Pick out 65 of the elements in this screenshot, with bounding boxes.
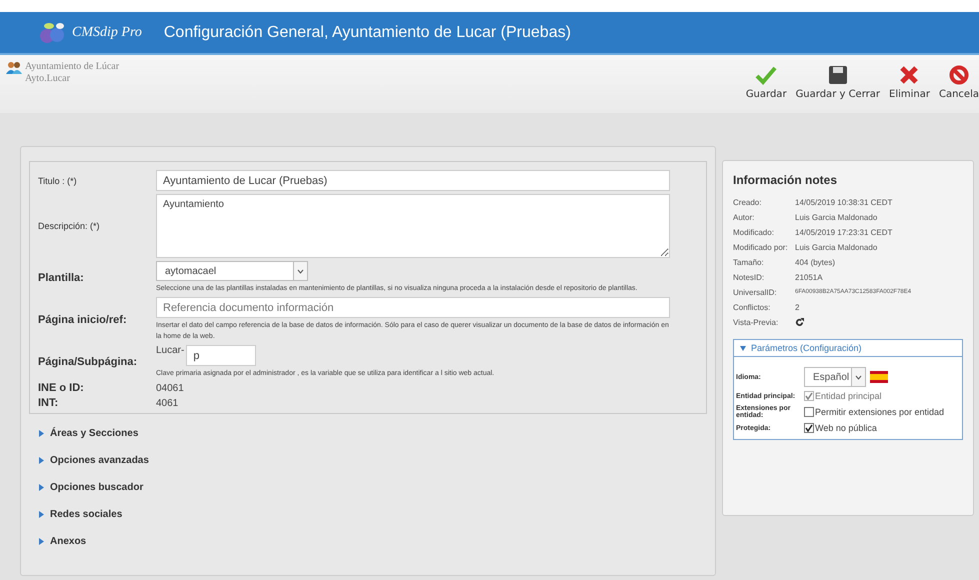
info-label: Modificado por: <box>733 242 789 252</box>
info-label: UniversalID: <box>733 288 778 296</box>
caret-icon <box>39 511 44 518</box>
caret-icon <box>39 484 44 491</box>
panel-title: Información notes <box>733 173 838 187</box>
checkmark-icon <box>755 65 778 85</box>
info-value: 2 <box>795 302 800 312</box>
caret-icon <box>39 457 44 464</box>
info-label: Creado: <box>733 198 762 206</box>
prohibited-icon <box>948 65 969 85</box>
caret-icon <box>39 538 44 545</box>
info-label: Vista-Previa: <box>733 318 780 326</box>
users-icon <box>6 61 22 75</box>
info-value: 21051A <box>795 272 824 282</box>
toolbar-button[interactable]: Guardar <box>746 65 787 113</box>
brand-name: CMSdip Pro <box>72 24 142 40</box>
section-toggle[interactable]: Anexos <box>39 536 707 547</box>
prefix-text: Lucar- <box>156 345 184 356</box>
toolbar-button[interactable]: Guardar y Cerrar <box>796 65 880 113</box>
text-area[interactable]: Ayuntamiento <box>156 194 670 258</box>
field-label: Página inicio/ref: <box>38 314 128 326</box>
value-text: 4061 <box>156 398 180 408</box>
info-value: 404 (bytes) <box>795 258 836 266</box>
text-field[interactable]: p <box>186 345 256 366</box>
section-toggle[interactable]: Opciones buscador <box>39 482 707 493</box>
field-label: Plantilla: <box>38 272 85 284</box>
field-label: Titulo : (*) <box>38 176 78 186</box>
caret-icon <box>740 346 746 350</box>
info-value: Luis Garcia Maldonado <box>795 242 878 252</box>
field-label: Descripción: (*) <box>38 221 101 231</box>
user-name: Ayuntamiento de Lúcar <box>25 61 120 73</box>
params-header[interactable]: Parámetros (Configuración) <box>734 340 962 357</box>
caret-icon <box>297 268 304 274</box>
close-icon <box>899 65 920 85</box>
field-label: INT: <box>38 397 60 409</box>
template-select[interactable]: aytomacael <box>156 261 308 281</box>
info-label: Tamaño: <box>733 258 765 266</box>
check-icon <box>805 424 813 432</box>
field-label: INE o ID: <box>38 382 85 394</box>
info-value: Luis Garcia Maldonado <box>795 212 878 222</box>
checkbox-option[interactable]: Permitir extensiones por entidad <box>804 407 958 417</box>
info-value: 14/05/2019 17:23:31 CEDT <box>795 228 894 236</box>
check-icon <box>805 392 813 400</box>
caret-icon <box>855 374 862 380</box>
field-label: Página/Subpágina: <box>38 356 138 368</box>
info-label: Autor: <box>733 212 756 222</box>
text-field[interactable]: Ayuntamiento de Lucar (Pruebas) <box>156 170 670 191</box>
value-text: 04061 <box>156 382 185 394</box>
info-value: 14/05/2019 10:38:31 CEDT <box>795 198 894 206</box>
caret-icon <box>39 430 44 437</box>
toolbar-button[interactable]: Eliminar <box>889 65 930 113</box>
section-toggle[interactable]: Áreas y Secciones <box>39 428 707 439</box>
section-toggle[interactable]: Opciones avanzadas <box>39 455 707 466</box>
language-select[interactable]: Español <box>804 367 866 387</box>
info-label: Conflictos: <box>733 302 772 312</box>
refresh-icon[interactable] <box>795 318 804 326</box>
text-field[interactable]: Referencia documento información <box>156 297 670 318</box>
checkbox-option[interactable]: Web no pública <box>804 423 958 433</box>
info-label: Modificado: <box>733 228 775 236</box>
flag-icon <box>870 371 888 383</box>
section-toggle[interactable]: Redes sociales <box>39 509 707 520</box>
page-title: Configuración General, Ayuntamiento de Lucar (Pruebas) <box>164 24 571 42</box>
info-label: NotesID: <box>733 272 766 282</box>
user-account: Ayto.Lucar <box>25 73 71 85</box>
toolbar-button[interactable]: Cancela <box>938 65 979 113</box>
